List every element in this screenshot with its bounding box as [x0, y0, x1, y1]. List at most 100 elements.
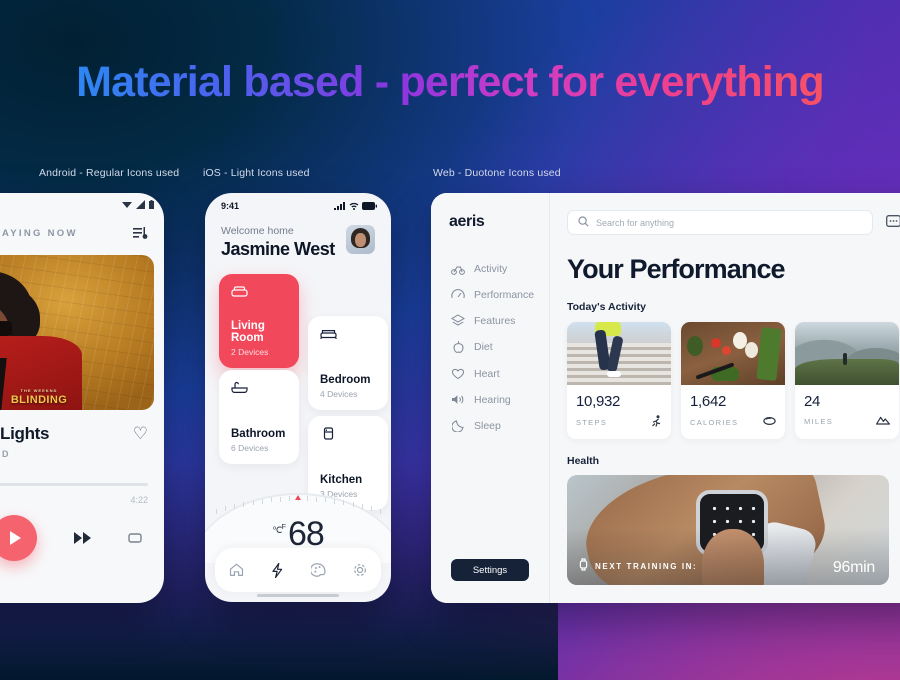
- sidebar-item-features[interactable]: Features: [431, 314, 549, 327]
- repeat-icon[interactable]: [128, 532, 142, 544]
- photo-runner-shoe: [607, 371, 621, 377]
- room-card-bedroom[interactable]: Bedroom 4 Devices: [308, 316, 388, 410]
- play-button[interactable]: [0, 515, 37, 561]
- room-device-count: 2 Devices: [231, 347, 269, 357]
- thermostat-tick: [261, 498, 263, 504]
- sidebar-item-hearing[interactable]: Hearing: [431, 393, 549, 406]
- battery-icon: [362, 202, 377, 210]
- search-input[interactable]: Search for anything: [567, 210, 873, 235]
- room-card-bathroom[interactable]: Bathroom 6 Devices: [219, 370, 299, 464]
- apple-icon: [451, 340, 465, 354]
- card-body: 24 MILES: [795, 385, 899, 437]
- card-body: 1,642 CALORIES: [681, 385, 785, 438]
- sidebar-item-label: Activity: [474, 263, 508, 275]
- sidebar-item-diet[interactable]: Diet: [431, 340, 549, 354]
- room-device-count: 6 Devices: [231, 443, 269, 453]
- activity-card-miles[interactable]: 24 MILES: [795, 322, 899, 439]
- stairs-runner-photo: [567, 322, 671, 385]
- track-title: Blinding Lights: [0, 424, 50, 443]
- room-name: Bedroom: [320, 374, 371, 386]
- user-name: Jasmine West: [221, 239, 335, 259]
- room-card-living-room[interactable]: Living Room 2 Devices: [219, 274, 299, 368]
- sidebar-item-label: Sleep: [474, 419, 501, 432]
- android-now-playing-bar: PLAYING NOW: [0, 215, 164, 251]
- caption-ios: iOS - Light Icons used: [203, 167, 310, 179]
- card-footer: STEPS: [576, 415, 662, 430]
- room-cards-grid: Living Room 2 Devices Bedroom 4 Devices …: [205, 274, 391, 510]
- ios-status-indicators: [334, 202, 377, 210]
- queue-music-icon[interactable]: [133, 226, 148, 240]
- next-training-label: NEXT TRAINING IN:: [595, 561, 698, 571]
- now-playing-label: PLAYING NOW: [0, 227, 78, 239]
- thermostat-marker: [295, 495, 301, 500]
- thermostat-tick: [361, 503, 363, 509]
- thermostat-tick: [234, 503, 236, 509]
- gear-icon[interactable]: [353, 563, 367, 577]
- bolt-icon[interactable]: [271, 562, 284, 578]
- card-footer: CALORIES: [690, 415, 776, 429]
- photo-scallions: [756, 327, 782, 381]
- play-icon: [9, 531, 21, 545]
- heart-icon[interactable]: ♡: [133, 424, 148, 444]
- wifi-icon: [122, 201, 132, 208]
- track-title-row: Blinding Lights ♡: [0, 424, 148, 444]
- ios-status-time: 9:41: [221, 201, 240, 211]
- health-section: Health NEXT TRAINING IN: 96min: [567, 455, 900, 585]
- avatar[interactable]: [346, 225, 375, 254]
- thermostat-tick: [307, 496, 309, 502]
- speaker-icon: [451, 393, 465, 406]
- fast-forward-icon[interactable]: [73, 532, 92, 544]
- seek-track: [0, 483, 148, 486]
- messages-icon[interactable]: [886, 215, 900, 230]
- bicycle-icon: [451, 264, 465, 275]
- caption-android: Android - Regular Icons used: [39, 167, 180, 179]
- ios-header: Welcome home Jasmine West: [205, 215, 391, 260]
- signal-icon: [334, 202, 345, 210]
- wifi-icon: [349, 202, 359, 210]
- thermostat-tick: [325, 497, 327, 503]
- album-art: THE WEEKND BLINDING: [0, 255, 154, 410]
- thermometer-icon: ℃F: [272, 521, 286, 535]
- card-footer: MILES: [804, 415, 890, 428]
- health-banner[interactable]: NEXT TRAINING IN: 96min: [567, 475, 889, 585]
- ios-greeting-block: Welcome home Jasmine West: [221, 225, 335, 260]
- metric-label: CALORIES: [690, 417, 739, 427]
- room-name: Kitchen: [320, 474, 363, 486]
- sidebar-item-label: Features: [474, 314, 516, 327]
- android-status-bar: :30: [0, 193, 164, 215]
- sidebar-item-label: Diet: [474, 341, 493, 353]
- activity-card-calories[interactable]: 1,642 CALORIES: [681, 322, 785, 439]
- activity-card-steps[interactable]: 10,932 STEPS: [567, 322, 671, 439]
- album-art-artist: THE WEEKND: [20, 388, 58, 393]
- photo-tomato-2: [722, 346, 731, 355]
- settings-button[interactable]: Settings: [451, 559, 529, 581]
- signal-icon: [136, 199, 145, 209]
- seek-slider[interactable]: [0, 477, 148, 491]
- avatar-face: [355, 233, 366, 247]
- thermostat-tick: [252, 500, 254, 505]
- sidebar-item-performance[interactable]: Performance: [431, 288, 549, 301]
- battery-icon: [149, 199, 154, 209]
- vegetables-photo: [681, 322, 785, 385]
- web-topbar: Search for anything: [567, 210, 900, 235]
- card-body: 10,932 STEPS: [567, 385, 671, 439]
- heart-icon: [451, 367, 465, 380]
- hiking-photo: [795, 322, 899, 385]
- album-art-text: THE WEEKND BLINDING: [11, 389, 67, 406]
- palette-icon[interactable]: [311, 563, 326, 577]
- caption-web: Web - Duotone Icons used: [433, 167, 561, 179]
- sidebar-item-activity[interactable]: Activity: [431, 263, 549, 275]
- thermostat-tick: [225, 506, 227, 512]
- photo-ridge: [795, 359, 899, 385]
- ios-home-indicator: [257, 594, 339, 597]
- sidebar-item-heart[interactable]: Heart: [431, 367, 549, 380]
- food-icon: [763, 415, 776, 429]
- ios-tab-bar: [215, 548, 381, 592]
- sidebar-item-sleep[interactable]: Sleep: [431, 419, 549, 432]
- thermostat-tick: [334, 498, 336, 504]
- room-name: Bathroom: [231, 428, 286, 440]
- thermostat-tick: [279, 496, 281, 502]
- thermostat-tick: [352, 501, 354, 507]
- web-sidebar: aeris Activity Performance Features Diet…: [431, 193, 550, 603]
- home-icon[interactable]: [229, 563, 244, 577]
